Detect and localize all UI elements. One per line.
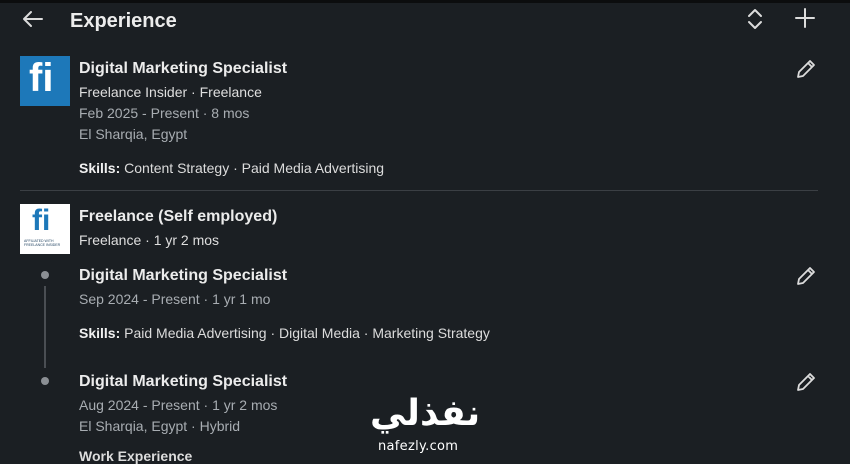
reorder-icon[interactable] bbox=[743, 7, 767, 31]
company-logo-text: fi bbox=[29, 56, 54, 100]
position-dates: Feb 2025 - Present · 8 mos bbox=[79, 105, 250, 121]
watermark: نفذلي nafezly.com bbox=[370, 393, 481, 455]
pencil-icon[interactable] bbox=[793, 263, 819, 289]
skills-label: Skills: bbox=[79, 160, 121, 176]
group-company[interactable]: Freelance (Self employed) bbox=[79, 208, 277, 226]
plus-icon[interactable] bbox=[793, 6, 817, 30]
cut-off-text: Work Experience bbox=[79, 448, 193, 464]
timeline-dot bbox=[41, 271, 49, 279]
company-logo-text: fi bbox=[32, 204, 51, 237]
pencil-icon[interactable] bbox=[793, 56, 819, 82]
skills-list: Content Strategy · Paid Media Advertisin… bbox=[124, 160, 385, 176]
watermark-arabic: نفذلي bbox=[370, 393, 481, 434]
position-skills[interactable]: Skills: Paid Media Advertising · Digital… bbox=[79, 325, 490, 341]
company-logo-caption: AFFILIATED WITH FREELANCE INSIDER bbox=[24, 239, 61, 247]
top-edge bbox=[0, 0, 850, 3]
page-title: Experience bbox=[70, 10, 177, 32]
position-dates: Sep 2024 - Present · 1 yr 1 mo bbox=[79, 291, 271, 307]
group-summary: Freelance · 1 yr 2 mos bbox=[79, 232, 220, 248]
company-logo[interactable]: fi bbox=[20, 56, 70, 106]
position-location: El Sharqia, Egypt bbox=[79, 126, 188, 142]
watermark-latin: nafezly.com bbox=[378, 439, 459, 454]
position-skills[interactable]: Skills: Content Strategy · Paid Media Ad… bbox=[79, 160, 384, 176]
company-line: Freelance Insider · Freelance bbox=[79, 84, 262, 100]
back-arrow-icon[interactable] bbox=[20, 6, 46, 32]
pencil-icon[interactable] bbox=[793, 369, 819, 395]
timeline-line bbox=[44, 286, 46, 368]
position-title[interactable]: Digital Marketing Specialist bbox=[79, 60, 287, 78]
section-divider bbox=[20, 190, 818, 191]
position-title[interactable]: Digital Marketing Specialist bbox=[79, 373, 287, 391]
skills-label: Skills: bbox=[79, 325, 121, 341]
skills-list: Paid Media Advertising · Digital Media ·… bbox=[124, 325, 490, 341]
position-title[interactable]: Digital Marketing Specialist bbox=[79, 267, 287, 285]
timeline-dot bbox=[41, 377, 49, 385]
position-dates: Aug 2024 - Present · 1 yr 2 mos bbox=[79, 397, 278, 413]
company-logo[interactable]: fi AFFILIATED WITH FREELANCE INSIDER bbox=[20, 204, 70, 254]
position-location: El Sharqia, Egypt · Hybrid bbox=[79, 418, 241, 434]
